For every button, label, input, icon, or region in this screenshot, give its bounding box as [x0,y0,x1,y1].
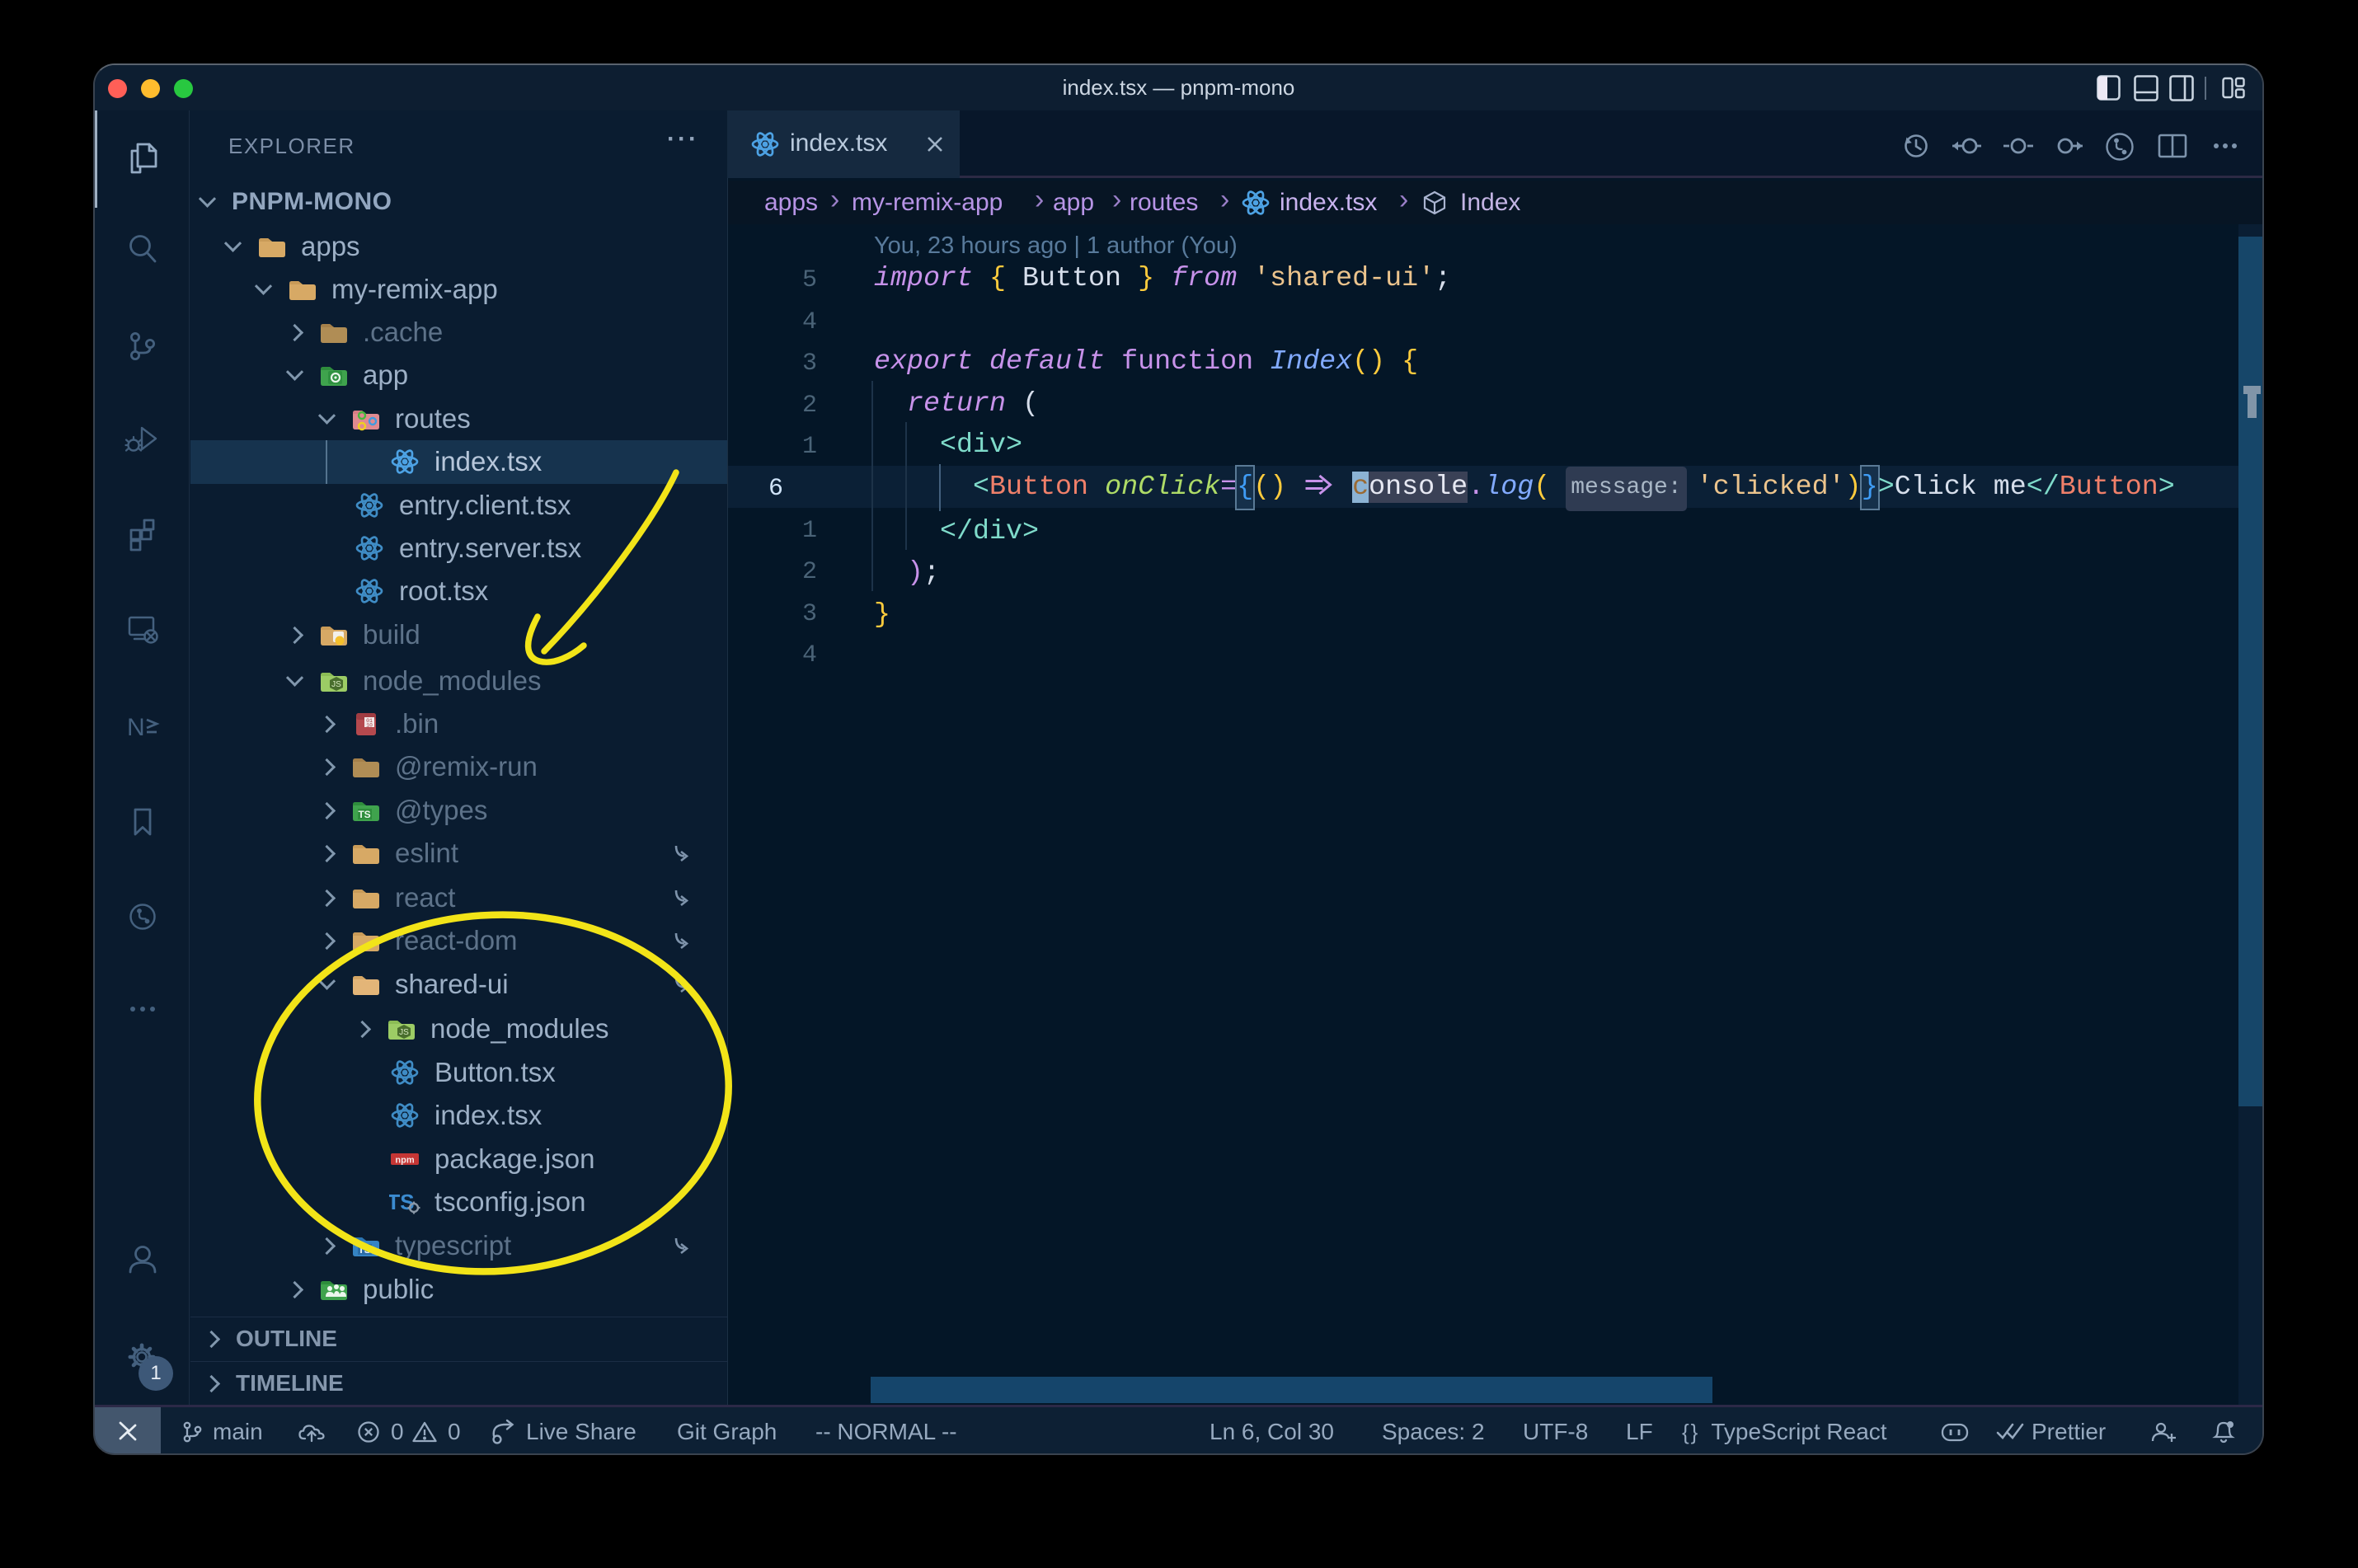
svg-text:N: N [127,714,145,741]
svg-text:TS: TS [358,1244,370,1256]
svg-text:TS: TS [358,809,370,820]
svg-text:npm: npm [395,1156,414,1166]
svg-text:JS: JS [331,680,341,689]
svg-text:JS: JS [399,1028,409,1037]
svg-text:10: 10 [366,723,373,729]
